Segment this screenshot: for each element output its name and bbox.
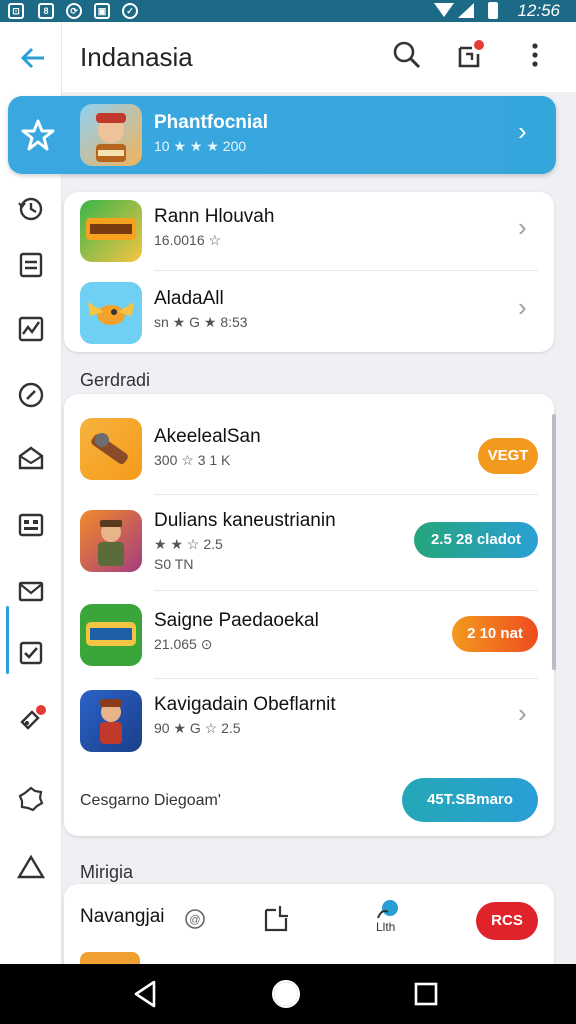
checkbox-icon[interactable]: [14, 636, 48, 670]
app-name: AladaAll: [154, 288, 224, 309]
chat-icon: ✓: [122, 3, 138, 19]
app-name: Saigne Paedaoekal: [154, 610, 319, 631]
system-nav-bar: [0, 964, 576, 1024]
chevron-right-icon: ›: [518, 212, 527, 242]
chevron-right-icon: ›: [518, 698, 527, 728]
chat-icon: [377, 900, 398, 919]
section-title: Mirigia: [80, 862, 134, 882]
app-icon: [80, 104, 142, 166]
history-icon[interactable]: [14, 192, 48, 226]
scrollbar[interactable]: [552, 414, 556, 670]
nav-label: Navangjai: [80, 906, 165, 927]
app-icon: [80, 282, 142, 344]
home-icon[interactable]: [268, 976, 304, 1012]
divider: [154, 590, 538, 591]
more-vertical-icon: [532, 43, 538, 67]
divider: [154, 678, 538, 679]
signal-icon: [458, 3, 474, 18]
featured-app-meta: 10 ★ ★ ★ 200: [154, 138, 247, 154]
sync-icon: ⟳: [66, 3, 82, 19]
list-item[interactable]: AkeelealSan 300 ☆ 3 1 K VEGT: [64, 406, 554, 492]
more-button[interactable]: [518, 38, 552, 72]
section-card: AkeelealSan 300 ☆ 3 1 K VEGT Dulians kan…: [64, 394, 554, 836]
info-icon: @: [185, 909, 205, 929]
install-button[interactable]: VEGT: [478, 438, 538, 474]
chart-icon[interactable]: [14, 312, 48, 346]
wifi-icon: [434, 3, 454, 17]
app-name: AkeelealSan: [154, 426, 261, 447]
app-icon: [80, 510, 142, 572]
chevron-right-icon: ›: [518, 116, 527, 146]
sidebar-active-indicator: [6, 606, 9, 674]
app-name: Kavigadain Obeflarnit: [154, 694, 336, 715]
app-name: Rann Hlouvah: [154, 206, 275, 227]
search-icon: [393, 41, 421, 69]
chevron-right-icon: ›: [518, 292, 527, 322]
section-footer-button[interactable]: 45T.SBmaro: [402, 778, 538, 822]
install-button[interactable]: 2.5 28 cladot: [414, 522, 538, 558]
settings-icon[interactable]: [14, 782, 48, 816]
star-icon: [21, 119, 55, 151]
battery-icon: [488, 2, 498, 19]
divider: [154, 494, 538, 495]
install-button[interactable]: 2 10 nat: [452, 616, 538, 652]
app-meta: ★ ★ ☆ 2.5: [154, 536, 223, 552]
data-icon: 8: [38, 3, 54, 19]
notification-icon: ⊡: [8, 3, 24, 19]
grid-icon[interactable]: [14, 508, 48, 542]
tag-icon[interactable]: [14, 702, 48, 736]
mail-icon[interactable]: [14, 574, 48, 608]
app-meta: 300 ☆ 3 1 K: [154, 452, 231, 468]
top-apps-card: Rann Hlouvah 16.0016 ☆ › AladaAll sn ★ G…: [64, 192, 554, 352]
list-item[interactable]: Saigne Paedaoekal 21.065 ⊙ 2 10 nat: [64, 594, 554, 678]
app-name: Dulians kaneustrianin: [154, 510, 336, 531]
app-meta: 16.0016 ☆: [154, 232, 222, 248]
alert-icon[interactable]: [14, 850, 48, 884]
divider: [154, 270, 538, 271]
section-title: Gerdradi: [80, 370, 151, 390]
document-edit-icon[interactable]: [262, 902, 292, 934]
status-bar: ⊡ 8 ⟳ ▣ ✓ 12:56: [0, 0, 576, 22]
app-icon: [80, 418, 142, 480]
app-meta-secondary: S0 TN: [154, 556, 194, 572]
notification-badge: [472, 38, 486, 52]
nav-action-button[interactable]: RCS: [476, 902, 538, 940]
featured-app-name: Phantfocnial: [154, 112, 269, 133]
section-footer-text: Cesgarno Diegoam': [80, 792, 221, 809]
recents-icon[interactable]: [408, 976, 444, 1012]
app-meta: 21.065 ⊙: [154, 636, 213, 652]
back-button[interactable]: [14, 38, 54, 78]
document-icon[interactable]: [14, 248, 48, 282]
svg-text:@: @: [189, 914, 200, 926]
app-icon: [80, 690, 142, 752]
compass-icon[interactable]: [14, 378, 48, 412]
nav-action-icon[interactable]: Llth: [374, 898, 410, 938]
bottom-card: Navangjai @ Llth RCS: [64, 884, 554, 964]
page-title: Indanasia: [80, 42, 193, 72]
app-icon: [80, 952, 140, 964]
list-item[interactable]: Dulians kaneustrianin ★ ★ ☆ 2.5 S0 TN 2.…: [64, 498, 554, 590]
nav-icon-label: Llth: [376, 920, 396, 934]
back-icon[interactable]: [128, 976, 164, 1012]
app-icon: [80, 604, 142, 666]
app-icon: [80, 200, 142, 262]
top-bar: Indanasia: [62, 22, 576, 92]
list-item[interactable]: Kavigadain Obeflarnit 90 ★ G ☆ 2.5 ›: [64, 682, 554, 762]
featured-app-banner[interactable]: Phantfocnial 10 ★ ★ ★ 200 ›: [8, 96, 556, 174]
mail-open-icon[interactable]: [14, 442, 48, 476]
image-icon: ▣: [94, 3, 110, 19]
app-meta: 90 ★ G ☆ 2.5: [154, 720, 241, 736]
list-item[interactable]: AladaAll sn ★ G ★ 8:53 ›: [64, 272, 554, 350]
inbox-button[interactable]: [452, 38, 486, 72]
app-meta: sn ★ G ★ 8:53: [154, 314, 248, 330]
arrow-left-icon: [20, 47, 44, 69]
search-button[interactable]: [390, 38, 424, 72]
list-item[interactable]: Rann Hlouvah 16.0016 ☆ ›: [64, 192, 554, 270]
status-time: 12:56: [517, 1, 560, 20]
